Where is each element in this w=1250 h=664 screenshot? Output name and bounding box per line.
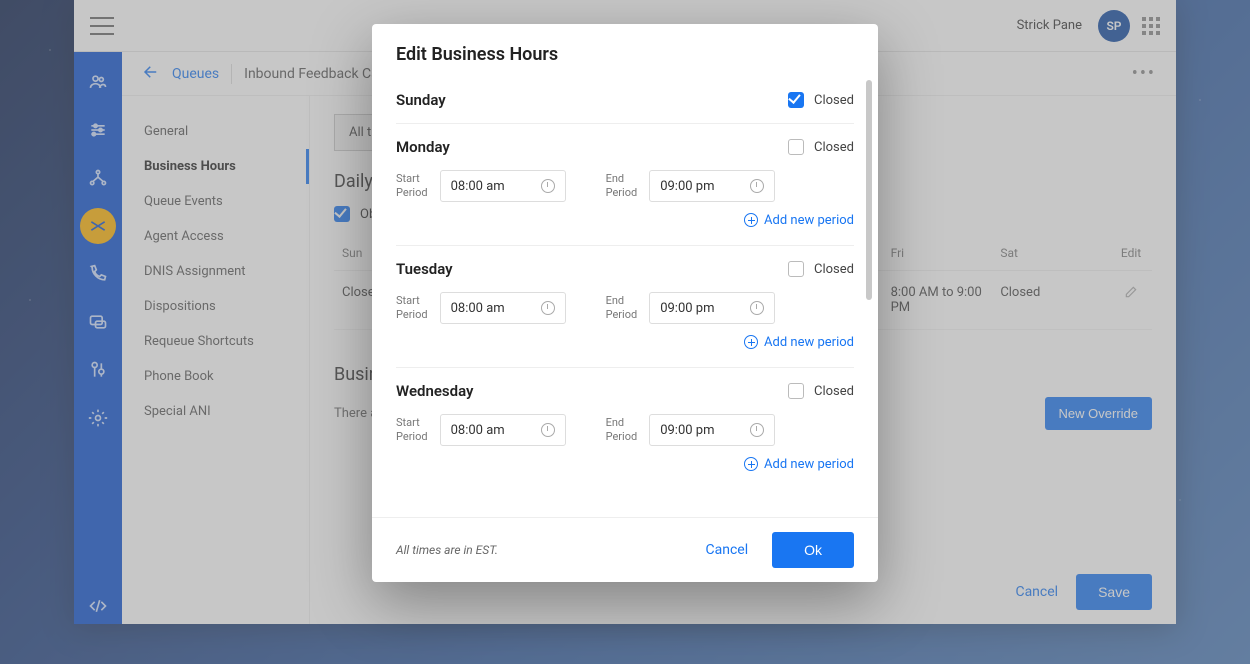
closed-label: Closed	[814, 262, 854, 277]
start-time-input[interactable]: 08:00 am	[440, 170, 566, 202]
start-period-label: StartPeriod	[396, 416, 428, 445]
timezone-note: All times are in EST.	[396, 543, 705, 557]
clock-icon	[750, 423, 764, 437]
closed-label: Closed	[814, 140, 854, 155]
clock-icon	[541, 301, 555, 315]
edit-business-hours-modal: Edit Business Hours Sunday Closed Monday Cl…	[372, 24, 878, 582]
end-time-input[interactable]: 09:00 pm	[649, 414, 775, 446]
end-time-input[interactable]: 09:00 pm	[649, 170, 775, 202]
day-name: Monday	[396, 138, 450, 156]
plus-circle-icon	[744, 335, 758, 349]
day-block-wednesday: Wednesday Closed StartPeriod 08:00 am EndPer…	[396, 368, 854, 489]
day-name: Sunday	[396, 91, 446, 109]
start-period-label: StartPeriod	[396, 294, 428, 323]
start-period-label: StartPeriod	[396, 172, 428, 201]
end-period-label: EndPeriod	[606, 416, 638, 445]
closed-checkbox[interactable]	[788, 383, 804, 399]
modal-footer: All times are in EST. Cancel Ok	[372, 517, 878, 582]
day-name: Tuesday	[396, 260, 453, 278]
end-period-label: EndPeriod	[606, 172, 638, 201]
end-time-input[interactable]: 09:00 pm	[649, 292, 775, 324]
day-block-tuesday: Tuesday Closed StartPeriod 08:00 am EndPerio…	[396, 246, 854, 368]
plus-circle-icon	[744, 457, 758, 471]
day-block-sunday: Sunday Closed	[396, 77, 854, 124]
add-new-period-link[interactable]: Add new period	[744, 335, 854, 350]
closed-checkbox[interactable]	[788, 92, 804, 108]
closed-label: Closed	[814, 384, 854, 399]
day-name: Wednesday	[396, 382, 473, 400]
clock-icon	[541, 179, 555, 193]
add-new-period-link[interactable]: Add new period	[744, 213, 854, 228]
modal-title: Edit Business Hours	[372, 24, 878, 77]
plus-circle-icon	[744, 213, 758, 227]
modal-cancel-button[interactable]: Cancel	[705, 542, 748, 558]
closed-checkbox[interactable]	[788, 261, 804, 277]
clock-icon	[750, 301, 764, 315]
clock-icon	[541, 423, 555, 437]
day-block-monday: Monday Closed StartPeriod 08:00 am EndPeriod…	[396, 124, 854, 246]
closed-checkbox[interactable]	[788, 139, 804, 155]
modal-ok-button[interactable]: Ok	[772, 532, 854, 568]
modal-scrollbar[interactable]	[866, 80, 872, 512]
clock-icon	[750, 179, 764, 193]
add-new-period-link[interactable]: Add new period	[744, 457, 854, 472]
start-time-input[interactable]: 08:00 am	[440, 414, 566, 446]
closed-label: Closed	[814, 93, 854, 108]
end-period-label: EndPeriod	[606, 294, 638, 323]
modal-body: Sunday Closed Monday Closed StartPeriod 08:00…	[372, 77, 878, 517]
start-time-input[interactable]: 08:00 am	[440, 292, 566, 324]
